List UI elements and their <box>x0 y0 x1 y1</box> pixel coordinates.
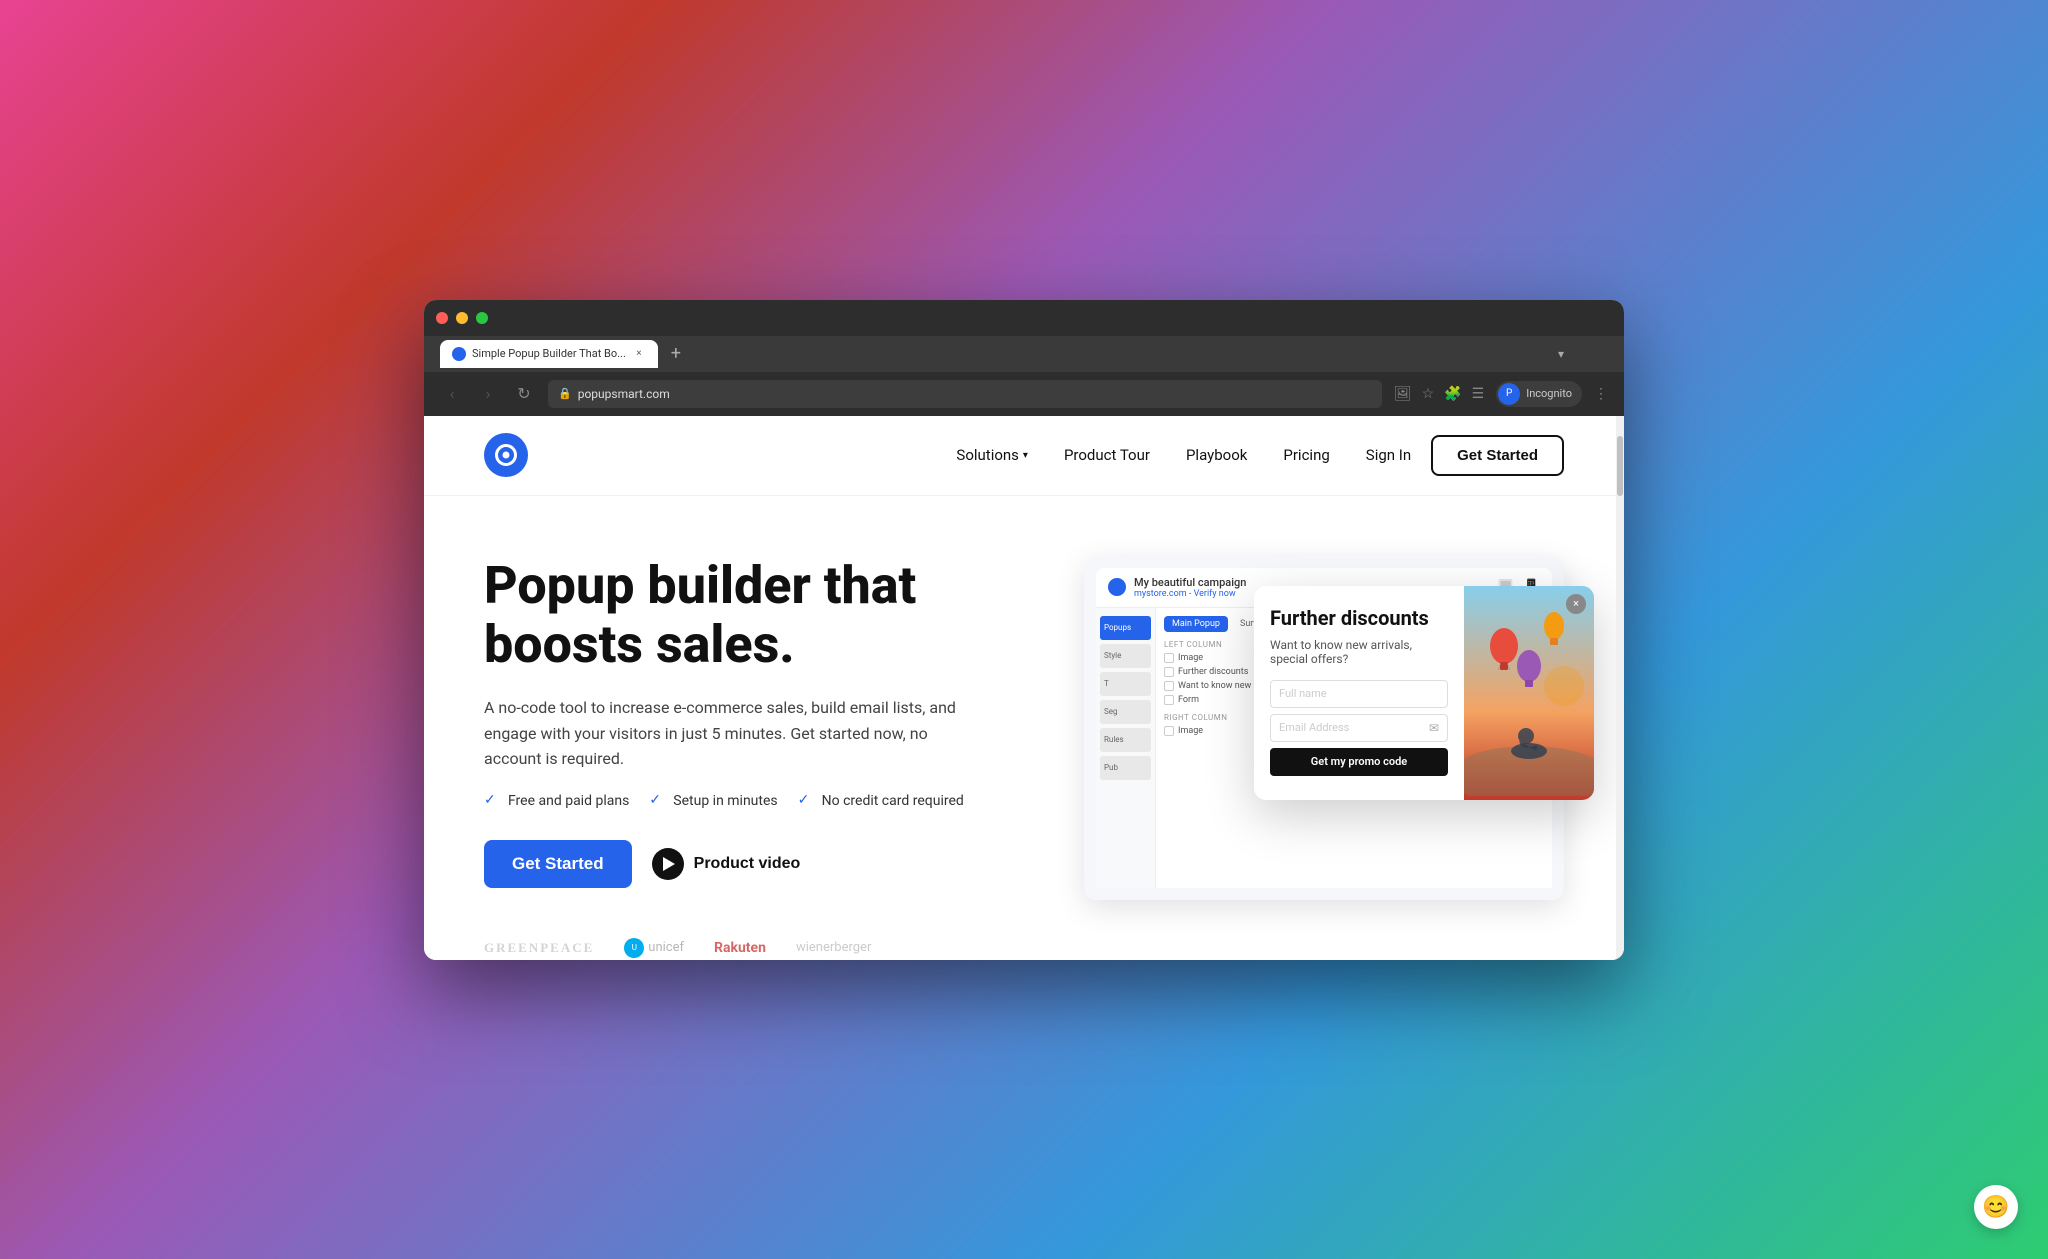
popup-image-svg <box>1464 586 1594 796</box>
screenshot-campaign: My beautiful campaign mystore.com - Veri… <box>1134 576 1246 599</box>
tab-title: Simple Popup Builder That Bo... <box>472 347 626 360</box>
image-off-icon[interactable]: 🖼 <box>1394 386 1412 402</box>
new-tab-button[interactable]: + <box>662 340 690 368</box>
maximize-window-button[interactable] <box>476 312 488 324</box>
hero-left: Popup builder that boosts sales. A no-co… <box>484 556 1044 960</box>
nav-pricing[interactable]: Pricing <box>1283 446 1329 464</box>
popup-overlay: Further discounts Want to know new arriv… <box>1254 586 1594 800</box>
back-button[interactable]: ‹ <box>440 382 464 406</box>
client-logos: Greenpeace U unicef Rakuten wienerberger <box>484 938 1044 958</box>
logo-dot <box>503 452 510 459</box>
sidebar-T[interactable]: T <box>1100 672 1151 696</box>
refresh-button[interactable]: ↻ <box>512 382 536 406</box>
sidebar-publish[interactable]: Pub <box>1100 756 1151 780</box>
screenshot-logo <box>1108 578 1126 596</box>
hero-description: A no-code tool to increase e-commerce sa… <box>484 695 984 772</box>
unicef-circle: U <box>624 938 644 958</box>
badge-free-plans: ✓ Free and paid plans <box>484 792 629 810</box>
sidebar-style[interactable]: Style <box>1100 644 1151 668</box>
play-triangle <box>663 857 675 871</box>
hero-right: My beautiful campaign mystore.com - Veri… <box>1084 556 1564 900</box>
hero-badges: ✓ Free and paid plans ✓ Setup in minutes… <box>484 792 1044 810</box>
hero-section: Popup builder that boosts sales. A no-co… <box>424 496 1624 960</box>
ss-checkbox-discounts[interactable] <box>1164 667 1174 677</box>
star-icon[interactable]: ☆ <box>1422 386 1435 402</box>
nav-product-tour[interactable]: Product Tour <box>1064 446 1150 464</box>
ss-checkbox-form[interactable] <box>1164 695 1174 705</box>
profile-area[interactable]: P Incognito <box>1496 381 1582 407</box>
extensions-icon[interactable]: 🧩 <box>1444 386 1461 402</box>
minimize-window-button[interactable] <box>456 312 468 324</box>
screenshot-sidebar: Popups Style T Seg Rules Pub <box>1096 608 1156 888</box>
scrollbar[interactable] <box>1616 416 1624 960</box>
menu-icon[interactable]: ⋮ <box>1594 386 1608 402</box>
badge-setup: ✓ Setup in minutes <box>649 792 777 810</box>
tab-close-icon[interactable]: × <box>632 347 646 361</box>
page-content: Solutions ▾ Product Tour Playbook Pricin… <box>424 416 1624 960</box>
unicef-logo: U unicef <box>624 938 684 958</box>
check-icon-3: ✓ <box>798 792 816 810</box>
forward-button[interactable]: › <box>476 382 500 406</box>
sidebar-popups[interactable]: Popups <box>1100 616 1151 640</box>
profile-label: Incognito <box>1526 387 1572 400</box>
popup-image <box>1464 586 1594 800</box>
logo[interactable] <box>484 433 528 477</box>
wienerberger-logo: wienerberger <box>796 940 871 955</box>
check-icon-2: ✓ <box>649 792 667 810</box>
nav-playbook[interactable]: Playbook <box>1186 446 1247 464</box>
nav-solutions[interactable]: Solutions ▾ <box>956 446 1028 464</box>
popup-subtitle: Want to know new arrivals, special offer… <box>1270 638 1448 666</box>
scrollbar-thumb[interactable] <box>1617 436 1623 496</box>
browser-window: Simple Popup Builder That Bo... × + ▾ ‹ … <box>424 300 1624 960</box>
lock-icon: 🔒 <box>558 387 572 400</box>
tab-bar: Simple Popup Builder That Bo... × + ▾ <box>424 336 1624 372</box>
profile-avatar: P <box>1498 383 1520 405</box>
popup-close-button[interactable]: × <box>1566 594 1586 614</box>
title-bar <box>424 300 1624 336</box>
hero-actions: Get Started Product video <box>484 840 1044 888</box>
popup-left: Further discounts Want to know new arriv… <box>1254 586 1464 800</box>
nav-cta-button[interactable]: Get Started <box>1431 435 1564 476</box>
nav-links: Solutions ▾ Product Tour Playbook Pricin… <box>956 446 1329 464</box>
ss-tab-main[interactable]: Main Popup <box>1164 616 1228 632</box>
solutions-chevron-icon: ▾ <box>1023 450 1028 461</box>
ss-checkbox-right-image[interactable] <box>1164 726 1174 736</box>
url-text: popupsmart.com <box>578 387 1372 401</box>
popup-submit-button[interactable]: Get my promo code <box>1270 748 1448 776</box>
nav-signin[interactable]: Sign In <box>1366 446 1411 464</box>
url-bar[interactable]: 🔒 popupsmart.com <box>548 380 1382 408</box>
badge-no-credit: ✓ No credit card required <box>798 792 964 810</box>
ss-checkbox-image[interactable] <box>1164 653 1174 663</box>
popup-email-input[interactable]: Email Address ✉ <box>1270 714 1448 742</box>
email-icon: ✉ <box>1429 721 1439 735</box>
sidebar-segments[interactable]: Seg <box>1100 700 1151 724</box>
site-nav: Solutions ▾ Product Tour Playbook Pricin… <box>424 416 1624 496</box>
address-bar: ‹ › ↻ 🔒 popupsmart.com 🖼 ☆ 🧩 ☰ P Incogni… <box>424 372 1624 416</box>
popup-fullname-input[interactable]: Full name <box>1270 680 1448 708</box>
browser-tab[interactable]: Simple Popup Builder That Bo... × <box>440 340 658 368</box>
close-window-button[interactable] <box>436 312 448 324</box>
check-icon-1: ✓ <box>484 792 502 810</box>
rakuten-logo: Rakuten <box>714 940 766 956</box>
play-icon <box>652 848 684 880</box>
hero-get-started-button[interactable]: Get Started <box>484 840 632 888</box>
greenpeace-logo: Greenpeace <box>484 940 594 956</box>
popup-title: Further discounts <box>1270 606 1448 630</box>
ss-checkbox-arrivals[interactable] <box>1164 681 1174 691</box>
tab-favicon <box>452 347 466 361</box>
toolbar-icons: 🖼 ☆ 🧩 ☰ <box>1394 386 1484 402</box>
tab-list-chevron-icon[interactable]: ▾ <box>1558 347 1564 361</box>
hero-product-video-button[interactable]: Product video <box>652 848 801 880</box>
hero-title: Popup builder that boosts sales. <box>484 556 1044 676</box>
sidebar-rules[interactable]: Rules <box>1100 728 1151 752</box>
reader-icon[interactable]: ☰ <box>1472 386 1485 402</box>
logo-inner <box>495 444 517 466</box>
